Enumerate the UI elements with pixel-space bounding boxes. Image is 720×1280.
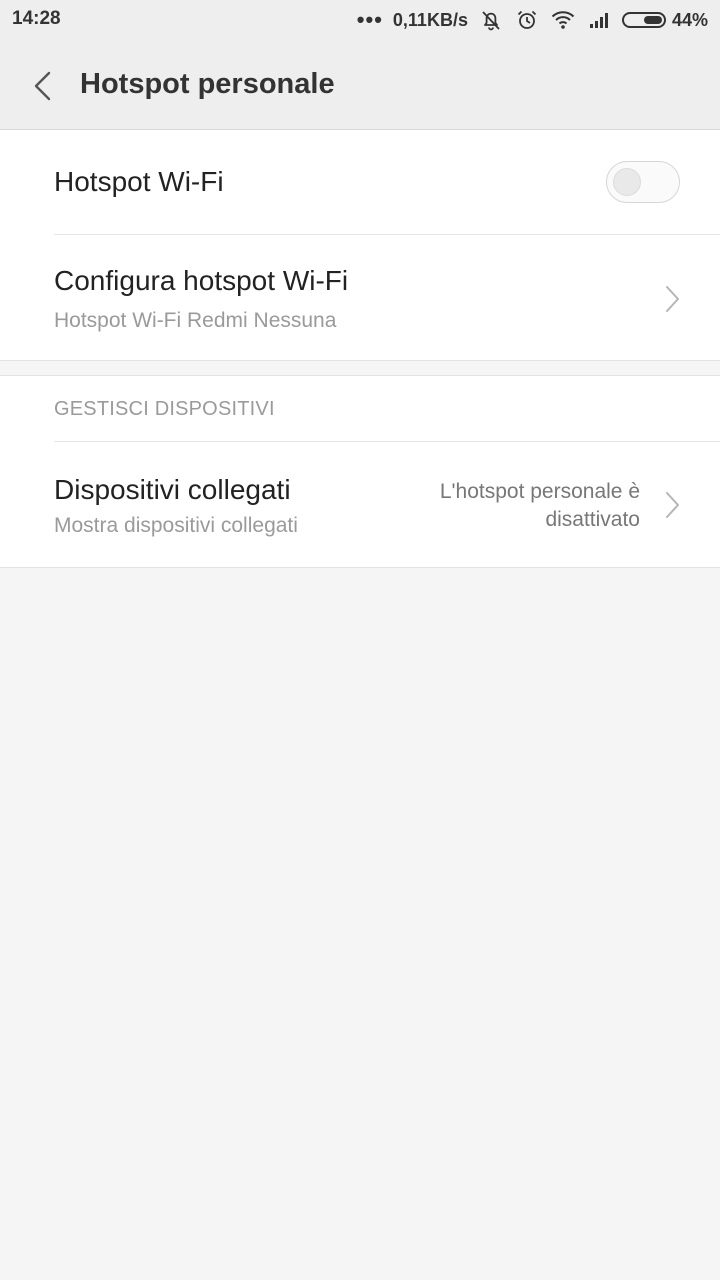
battery-indicator: 44% xyxy=(621,9,708,31)
notifications-off-icon xyxy=(482,11,500,31)
alarm-icon xyxy=(517,10,537,29)
hotspot-status-line1: L'hotspot personale è xyxy=(439,480,640,503)
hotspot-status-line2: disattivato xyxy=(545,508,640,531)
app-header: Hotspot personale xyxy=(0,40,720,130)
battery-icon xyxy=(621,12,666,28)
toggle-knob xyxy=(613,168,641,196)
devices-card: GESTISCI DISPOSITIVI Dispositivi collega… xyxy=(0,375,720,568)
connected-devices-label: Dispositivi collegati xyxy=(54,474,291,505)
section-header: GESTISCI DISPOSITIVI xyxy=(54,398,275,420)
connected-devices-subtitle: Mostra dispositivi collegati xyxy=(54,514,298,537)
battery-percent: 44% xyxy=(671,9,708,30)
hotspot-status-text: L'hotspot personale è disattivato xyxy=(380,478,640,534)
page-title: Hotspot personale xyxy=(80,68,335,100)
chevron-right-icon xyxy=(666,492,679,518)
signal-icon xyxy=(589,13,608,28)
status-time: 14:28 xyxy=(12,8,61,29)
chevron-right-icon xyxy=(666,286,679,312)
configure-hotspot-subtitle: Hotspot Wi-Fi Redmi Nessuna xyxy=(54,309,337,332)
hotspot-settings-card: Hotspot Wi-Fi Configura hotspot Wi-Fi Ho… xyxy=(0,130,720,361)
configure-hotspot-row[interactable]: Configura hotspot Wi-Fi Hotspot Wi-Fi Re… xyxy=(0,235,720,360)
status-bar: 14:28 ••• 0,11KB/s 44% xyxy=(0,0,720,40)
back-button[interactable] xyxy=(22,66,62,106)
hotspot-wifi-row[interactable]: Hotspot Wi-Fi xyxy=(0,130,720,234)
configure-hotspot-label: Configura hotspot Wi-Fi xyxy=(54,265,349,296)
hotspot-wifi-toggle[interactable] xyxy=(606,161,680,203)
connected-devices-row[interactable]: Dispositivi collegati Mostra dispositivi… xyxy=(0,442,720,567)
hotspot-wifi-label: Hotspot Wi-Fi xyxy=(54,166,224,197)
more-notifications-icon: ••• xyxy=(356,7,383,32)
network-speed: 0,11KB/s xyxy=(392,9,468,30)
status-icons: ••• 0,11KB/s 44% xyxy=(357,6,708,34)
wifi-icon xyxy=(551,11,575,29)
back-chevron-icon xyxy=(34,71,51,101)
